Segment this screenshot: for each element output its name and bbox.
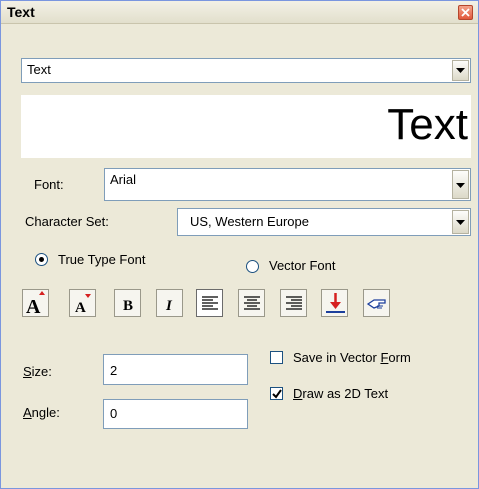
size-input[interactable]: 2 — [103, 354, 248, 385]
window-title: Text — [7, 4, 35, 20]
draw-2d-text-label-accel: D — [293, 386, 303, 401]
bold-icon: B — [123, 298, 133, 314]
close-icon — [461, 8, 470, 17]
text-select-dropdown-button[interactable] — [452, 60, 469, 81]
pick-text-button[interactable] — [363, 289, 390, 317]
align-right-button[interactable] — [280, 289, 307, 317]
charset-select[interactable]: US, Western Europe — [177, 208, 471, 236]
draw-2d-text-label[interactable]: Draw as 2D Text — [293, 386, 388, 401]
save-vector-form-checkbox[interactable] — [270, 351, 283, 364]
size-label-accel: S — [23, 364, 32, 379]
size-label: Size: — [23, 364, 52, 379]
save-vector-form-label[interactable]: Save in Vector Form — [293, 350, 411, 365]
vector-font-label[interactable]: Vector Font — [269, 258, 335, 273]
decrease-size-button[interactable]: A — [69, 289, 96, 317]
font-smaller-icon: A — [75, 294, 91, 316]
angle-label-rest: ngle: — [31, 405, 60, 420]
radio-selected-dot — [39, 257, 44, 262]
svg-text:A: A — [26, 296, 41, 318]
insert-point-button[interactable] — [321, 289, 348, 317]
angle-input-value: 0 — [110, 406, 118, 421]
insertion-arrow-icon — [326, 293, 345, 313]
angle-label-accel: A — [23, 405, 32, 420]
chevron-down-icon — [456, 183, 465, 188]
align-center-button[interactable] — [238, 289, 265, 317]
font-select-value: Arial — [110, 172, 137, 187]
font-larger-icon: A — [26, 291, 45, 318]
font-dropdown-button[interactable] — [452, 170, 469, 199]
italic-icon: I — [165, 298, 173, 314]
draw-2d-text-label-post: raw as 2D Text — [302, 386, 389, 401]
font-select[interactable]: Arial — [104, 168, 471, 201]
italic-button[interactable]: I — [156, 289, 183, 317]
charset-select-value: US, Western Europe — [190, 214, 309, 229]
close-button[interactable] — [458, 5, 473, 20]
text-dialog: Text Text Text Font: Arial Character Set… — [0, 0, 479, 489]
angle-label: Angle: — [23, 405, 60, 420]
pointing-hand-icon — [366, 299, 386, 309]
preview-text: Text — [387, 100, 468, 149]
true-type-font-radio[interactable] — [35, 253, 48, 266]
svg-text:A: A — [75, 300, 86, 316]
text-select-value: Text — [27, 62, 51, 77]
checkmark-icon — [272, 389, 282, 399]
size-label-rest: ize: — [31, 364, 52, 379]
align-center-icon — [244, 296, 260, 310]
align-left-icon — [202, 296, 218, 310]
text-preview: Text — [21, 95, 471, 158]
angle-input[interactable]: 0 — [103, 399, 248, 429]
charset-dropdown-button[interactable] — [452, 210, 469, 234]
chevron-down-icon — [456, 68, 465, 73]
chevron-down-icon — [456, 220, 465, 225]
vector-font-radio[interactable] — [246, 260, 259, 273]
save-vector-form-label-post: orm — [388, 350, 411, 365]
true-type-font-label[interactable]: True Type Font — [58, 252, 145, 267]
charset-label: Character Set: — [25, 214, 109, 229]
align-right-icon — [286, 296, 302, 310]
svg-text:I: I — [165, 298, 173, 314]
title-bar: Text — [1, 1, 478, 24]
font-label: Font: — [34, 177, 64, 192]
text-select[interactable]: Text — [21, 58, 471, 83]
bold-button[interactable]: B — [114, 289, 141, 317]
draw-2d-text-checkbox[interactable] — [270, 387, 283, 400]
size-input-value: 2 — [110, 363, 118, 378]
svg-text:B: B — [123, 298, 133, 314]
align-left-button[interactable] — [196, 289, 223, 317]
save-vector-form-label-pre: Save in Vector — [293, 350, 381, 365]
increase-size-button[interactable]: A — [22, 289, 49, 318]
